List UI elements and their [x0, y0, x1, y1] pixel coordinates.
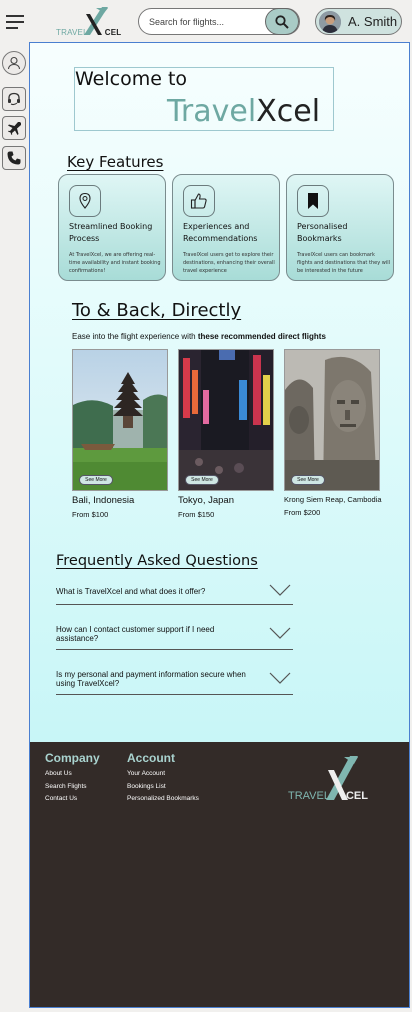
user-icon	[7, 56, 21, 70]
see-more-button[interactable]: See More	[185, 475, 219, 485]
footer-account-heading: Account	[127, 751, 175, 765]
travelxcel-logo[interactable]: TRAVEL CEL	[56, 4, 121, 38]
bookmark-icon	[297, 185, 329, 217]
headset-icon	[8, 92, 20, 106]
bali-temple-image: See More	[72, 349, 168, 491]
footer-link-search-flights[interactable]: Search Flights	[45, 783, 87, 790]
faq-item[interactable]: Is my personal and payment information s…	[56, 669, 293, 695]
destinations-subtitle: Ease into the flight experience with the…	[72, 332, 326, 341]
footer-link-bookmarks[interactable]: Personalized Bookmarks	[127, 795, 199, 802]
search-input[interactable]	[149, 14, 259, 30]
see-more-button[interactable]: See More	[291, 475, 325, 485]
feature-description: TravelXcel users can bookmark flights an…	[297, 252, 390, 274]
search-button[interactable]	[265, 8, 299, 35]
welcome-text: Welcome to	[75, 68, 188, 90]
faq-question: How can I contact customer support if I …	[56, 625, 215, 643]
rail-support-button[interactable]	[2, 87, 26, 111]
footer-link-your-account[interactable]: Your Account	[127, 770, 165, 777]
rail-contact-button[interactable]	[2, 146, 26, 170]
footer-logo[interactable]: TRAVEL CEL	[288, 754, 378, 804]
search-icon	[275, 14, 289, 29]
welcome-banner: Welcome to TravelXcel	[74, 67, 334, 131]
footer-link-contact[interactable]: Contact Us	[45, 795, 77, 802]
feature-title: Experiences and Recommendations	[183, 222, 258, 243]
brand-name: TravelXcel	[167, 94, 321, 129]
faq-question: Is my personal and payment information s…	[56, 670, 246, 688]
rail-flights-button[interactable]	[2, 116, 26, 140]
siem-reap-temple-image: See More	[284, 349, 380, 491]
top-bar: TRAVELCEL A. Smith	[0, 0, 412, 42]
tokyo-street-image: See More	[178, 349, 274, 491]
destination-card-tokyo[interactable]: See More Tokyo, Japan From $150	[178, 349, 274, 519]
feature-description: At TravelXcel, we are offering real-time…	[69, 252, 161, 274]
footer-link-bookings[interactable]: Bookings List	[127, 783, 166, 790]
phone-icon	[7, 151, 21, 165]
destination-card-bali[interactable]: See More Bali, Indonesia From $100	[72, 349, 168, 519]
destination-price: From $150	[178, 510, 215, 519]
feature-title: Streamlined Booking Process	[69, 222, 153, 243]
user-profile-button[interactable]: A. Smith	[315, 8, 402, 35]
destination-price: From $100	[72, 510, 109, 519]
flight-search-bar	[138, 8, 300, 35]
destination-name: Krong Siem Reap, Cambodia	[284, 495, 382, 504]
thumbs-up-icon	[183, 185, 215, 217]
destination-price: From $200	[284, 508, 321, 517]
main-content: Welcome to TravelXcel Key Features Strea…	[29, 42, 410, 742]
logo-wordmark: TRAVEL CEL	[56, 28, 122, 37]
destination-name: Tokyo, Japan	[178, 495, 234, 506]
see-more-button[interactable]: See More	[79, 475, 113, 485]
destinations-heading: To & Back, Directly	[72, 300, 242, 321]
location-pin-icon	[69, 185, 101, 217]
feature-card-booking[interactable]: Streamlined Booking Process At TravelXce…	[58, 174, 166, 281]
destination-card-siem-reap[interactable]: See More Krong Siem Reap, Cambodia From …	[284, 349, 382, 517]
faq-item[interactable]: What is TravelXcel and what does it offe…	[56, 583, 293, 605]
rail-profile-button[interactable]	[2, 51, 26, 75]
footer-company-heading: Company	[45, 751, 100, 765]
feature-title: Personalised Bookmarks	[297, 222, 348, 243]
faq-heading: Frequently Asked Questions	[56, 553, 258, 569]
key-features-heading: Key Features	[67, 153, 164, 171]
airplane-icon	[8, 122, 21, 135]
destination-name: Bali, Indonesia	[72, 495, 135, 506]
faq-question: What is TravelXcel and what does it offe…	[56, 587, 206, 596]
footer: Company About Us Search Flights Contact …	[29, 742, 410, 1008]
chevron-down-icon	[269, 584, 291, 596]
footer-logo-wordmark: TRAVEL CEL	[288, 790, 368, 802]
feature-description: TravelXcel users get to explore their de…	[183, 252, 275, 274]
faq-item[interactable]: How can I contact customer support if I …	[56, 623, 293, 650]
feature-card-bookmarks[interactable]: Personalised Bookmarks TravelXcel users …	[286, 174, 394, 281]
chevron-down-icon	[269, 627, 291, 639]
avatar	[319, 11, 341, 33]
chevron-down-icon	[269, 672, 291, 684]
side-rail	[0, 42, 28, 1008]
user-name: A. Smith	[348, 14, 398, 29]
feature-card-recommendations[interactable]: Experiences and Recommendations TravelXc…	[172, 174, 280, 281]
footer-link-about[interactable]: About Us	[45, 770, 72, 777]
hamburger-menu-icon[interactable]	[6, 15, 24, 29]
